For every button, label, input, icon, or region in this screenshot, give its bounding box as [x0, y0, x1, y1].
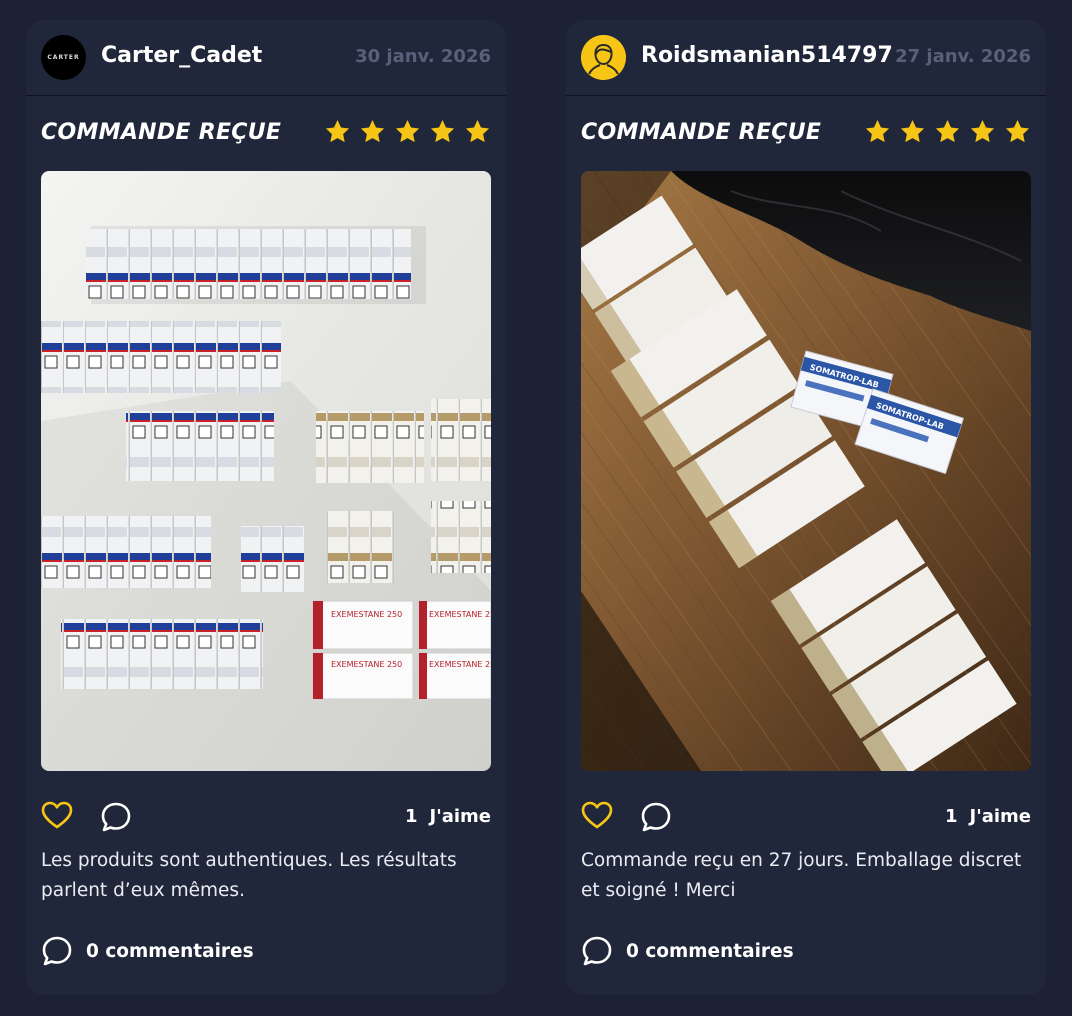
like-count-number: 1	[944, 806, 958, 827]
product-boxes-photo: SOMATROP-LAB SOMATROP-LAB	[581, 171, 1031, 771]
product-boxes-photo: EXEMESTANE 250 EXEMESTANE 250 EXEMESTANE…	[41, 171, 491, 771]
star-icon	[465, 120, 490, 143]
box-label: EXEMESTANE 250	[429, 610, 491, 619]
comments-count-label: 0 commentaires	[86, 940, 254, 962]
like-label: J'aime	[969, 806, 1032, 827]
review-date: 27 janv. 2026	[895, 46, 1031, 67]
star-icon	[430, 120, 455, 143]
review-title-row: COMMANDE REÇUE	[581, 118, 1031, 152]
comments-count-label: 0 commentaires	[626, 940, 794, 962]
star-icon	[1005, 120, 1030, 143]
star-icon	[325, 120, 350, 143]
like-count: 1 J'aime	[405, 806, 491, 827]
review-header: Roidsmanian514797 27 janv. 2026	[566, 20, 1046, 96]
review-title-row: COMMANDE REÇUE	[41, 118, 491, 152]
review-title: COMMANDE REÇUE	[41, 120, 282, 145]
review-text: Les produits sont authentiques. Les résu…	[41, 850, 457, 901]
comment-bubble-icon	[42, 936, 72, 966]
comments-link[interactable]: 0 commentaires	[581, 934, 794, 968]
like-count: 1 J'aime	[945, 806, 1031, 827]
comment-bubble-icon	[582, 936, 612, 966]
star-icon	[935, 120, 960, 143]
star-icon	[360, 120, 385, 143]
avatar-logo-text: CARTER	[47, 54, 80, 61]
like-count-number: 1	[404, 806, 418, 827]
review-photo[interactable]: EXEMESTANE 250 EXEMESTANE 250 EXEMESTANE…	[41, 171, 491, 771]
rating-stars	[324, 118, 491, 145]
comment-bubble-icon[interactable]	[100, 801, 132, 833]
review-photo[interactable]: SOMATROP-LAB SOMATROP-LAB	[581, 171, 1031, 771]
review-header: CARTER Carter_Cadet 30 janv. 2026	[26, 20, 506, 96]
like-label: J'aime	[429, 806, 492, 827]
rating-stars	[864, 118, 1031, 145]
star-icon	[865, 120, 890, 143]
comments-link[interactable]: 0 commentaires	[41, 934, 254, 968]
username[interactable]: Roidsmanian514797	[641, 43, 893, 68]
review-actions: 1 J'aime	[581, 800, 1031, 836]
star-icon	[395, 120, 420, 143]
review-actions: 1 J'aime	[41, 800, 491, 836]
review-title: COMMANDE REÇUE	[581, 120, 822, 145]
user-avatar-icon	[581, 35, 626, 80]
heart-icon[interactable]	[581, 800, 613, 832]
box-label: EXEMESTANE 250	[331, 660, 402, 669]
box-label: EXEMESTANE 250	[331, 610, 402, 619]
review-card: Roidsmanian514797 27 janv. 2026 COMMANDE…	[566, 20, 1046, 995]
avatar[interactable]: CARTER	[41, 35, 86, 80]
star-icon	[970, 120, 995, 143]
star-icon	[900, 120, 925, 143]
avatar[interactable]	[581, 35, 626, 80]
review-card: CARTER Carter_Cadet 30 janv. 2026 COMMAN…	[26, 20, 506, 995]
box-label: EXEMESTANE 250	[429, 660, 491, 669]
username[interactable]: Carter_Cadet	[101, 43, 262, 68]
review-text: Commande reçu en 27 jours. Emballage dis…	[581, 850, 1022, 901]
review-date: 30 janv. 2026	[355, 46, 491, 67]
comment-bubble-icon[interactable]	[640, 801, 672, 833]
heart-icon[interactable]	[41, 800, 73, 832]
